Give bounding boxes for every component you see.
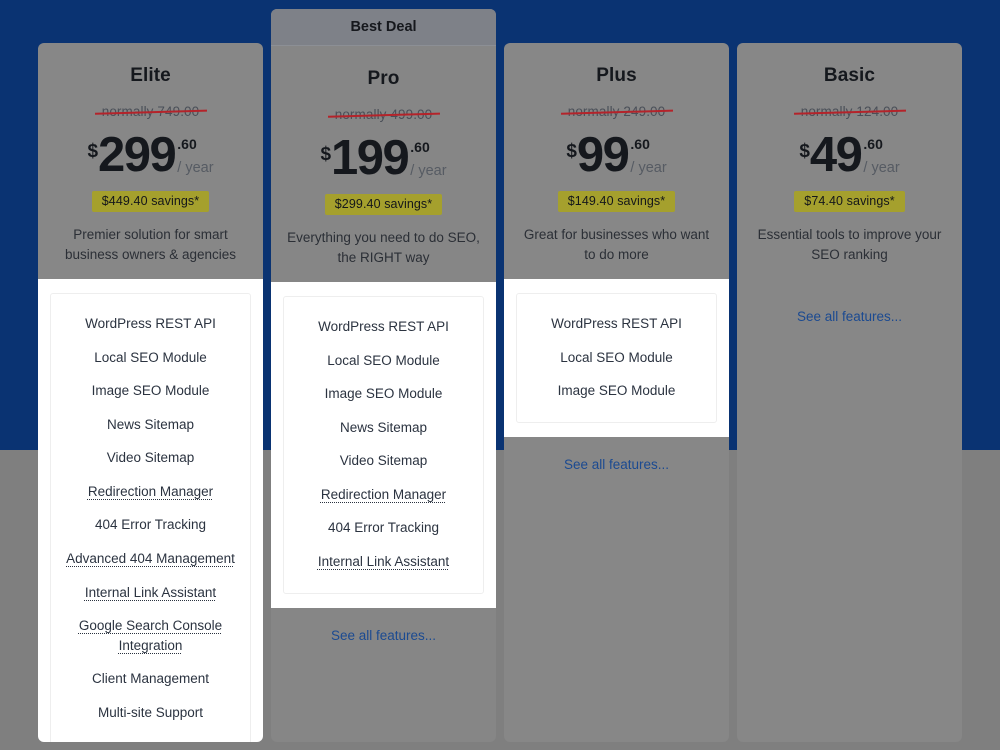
pricing-plans-grid: Elitenormally 749.00$299.60/ year$449.40… [0, 0, 1000, 750]
feature-item: 404 Error Tracking [327, 520, 440, 536]
best-deal-banner: Best Deal [271, 9, 496, 46]
feature-item: Video Sitemap [106, 450, 195, 466]
feature-item[interactable]: Redirection Manager [290, 478, 477, 512]
price-suffix: .60 / year [410, 136, 446, 179]
plan-card-pro[interactable]: Best Deal Pro normally 499.00 $199.60 / year… [271, 9, 496, 742]
savings-badge-wrap: $74.40 savings* [751, 178, 948, 213]
plan-card-body: Plus normally 249.00 $99.60 / year $149.40 s… [504, 65, 729, 472]
feature-item: Image SEO Module [557, 383, 676, 399]
see-all-features-link[interactable]: See all features... [751, 309, 948, 324]
see-all-features-link[interactable]: See all features... [285, 628, 482, 643]
currency-symbol: $ [566, 141, 577, 162]
plan-name: Basic [823, 65, 876, 86]
feature-item: Multi-site Support [97, 704, 204, 720]
price-cents: .60 [630, 136, 650, 152]
feature-item: WordPress REST API [85, 316, 216, 332]
feature-item[interactable]: Internal Link Assistant [290, 545, 477, 579]
currency-symbol: $ [799, 141, 810, 162]
price-row: $199.60 / year [285, 131, 482, 185]
feature-box: WordPress REST API Local SEO Module Image … [504, 279, 729, 437]
price-period: / year [410, 163, 447, 179]
currency-symbol: $ [320, 144, 332, 165]
plan-tagline: Essential tools to improve your SEO rank… [757, 227, 942, 263]
original-price: normally 499.00 [327, 107, 440, 122]
original-price: normally 749.00 [94, 104, 207, 119]
feature-list: WordPress REST API Local SEO Module Image … [50, 293, 251, 742]
feature-box: WordPress REST API Local SEO Module Image … [271, 282, 496, 608]
feature-item[interactable]: Internal Link Assistant [57, 576, 244, 610]
savings-badge-wrap: $449.40 savings* [52, 178, 249, 213]
price-amount: 199 [331, 131, 410, 185]
feature-list: WordPress REST API Local SEO Module Image … [283, 296, 484, 594]
original-price: normally 249.00 [560, 104, 673, 119]
feature-item: Local SEO Module [94, 349, 207, 365]
savings-badge: $449.40 savings* [91, 191, 210, 213]
feature-item: Image SEO Module [324, 386, 443, 402]
price-amount: 99 [576, 128, 630, 182]
feature-item: Local SEO Module [327, 352, 440, 368]
savings-badge: $299.40 savings* [324, 194, 443, 216]
feature-item: News Sitemap [106, 416, 195, 432]
plan-card-body: Pro normally 499.00 $199.60 / year $299.40 s… [271, 68, 496, 643]
feature-item: WordPress REST API [318, 319, 449, 335]
see-all-features-link[interactable]: See all features... [518, 457, 715, 472]
plan-name: Plus [596, 65, 637, 86]
feature-item[interactable]: Advanced 404 Management [57, 542, 244, 576]
feature-item: Local SEO Module [560, 349, 673, 365]
original-price: normally 124.00 [793, 104, 906, 119]
price-period: / year [630, 160, 667, 176]
price-amount: 49 [809, 128, 863, 182]
feature-item: Client Management [91, 671, 210, 687]
savings-badge: $149.40 savings* [557, 191, 676, 213]
feature-item: Video Sitemap [339, 453, 428, 469]
plan-card-body: Basic normally 124.00 $49.60 / year $74.40 s… [737, 65, 962, 324]
plan-tagline: Premier solution for smart business owne… [64, 227, 237, 263]
price-cents: .60 [177, 136, 197, 152]
price-row: $99.60 / year [518, 128, 715, 182]
feature-item: 404 Error Tracking [94, 517, 207, 533]
savings-badge-wrap: $149.40 savings* [518, 178, 715, 213]
price-cents: .60 [863, 136, 883, 152]
price-period: / year [863, 160, 900, 176]
price-period: / year [177, 160, 214, 176]
plan-name: Pro [367, 68, 400, 89]
plan-card-plus[interactable]: Plus normally 249.00 $99.60 / year $149.40 s… [504, 43, 729, 742]
price-suffix: .60 / year [177, 133, 213, 176]
savings-badge: $74.40 savings* [794, 191, 905, 213]
feature-item: News Sitemap [339, 419, 428, 435]
feature-box: WordPress REST API Local SEO Module Image … [38, 279, 263, 742]
price-suffix: .60 / year [630, 133, 666, 176]
feature-item: Image SEO Module [91, 383, 210, 399]
price-cents: .60 [410, 139, 430, 155]
feature-item: WordPress REST API [551, 316, 682, 332]
feature-item[interactable]: Google Search Console Integration [57, 609, 244, 662]
price-amount: 299 [98, 128, 177, 182]
price-row: $49.60 / year [751, 128, 948, 182]
savings-badge-wrap: $299.40 savings* [285, 181, 482, 216]
plan-tagline: Great for businesses who want to do more [523, 227, 710, 263]
price-row: $299.60 / year [52, 128, 249, 182]
plan-name: Elite [130, 65, 171, 86]
plan-card-body: Elite normally 749.00 $299.60 / year $449.40… [38, 65, 263, 742]
currency-symbol: $ [87, 141, 99, 162]
feature-list: WordPress REST API Local SEO Module Image … [516, 293, 717, 423]
plan-card-basic[interactable]: Basic normally 124.00 $49.60 / year $74.40 s… [737, 43, 962, 742]
plan-card-elite[interactable]: Elite normally 749.00 $299.60 / year $449.40… [38, 43, 263, 742]
feature-item[interactable]: Redirection Manager [57, 475, 244, 509]
price-suffix: .60 / year [863, 133, 899, 176]
plan-tagline: Everything you need to do SEO, the RIGHT… [287, 230, 480, 266]
